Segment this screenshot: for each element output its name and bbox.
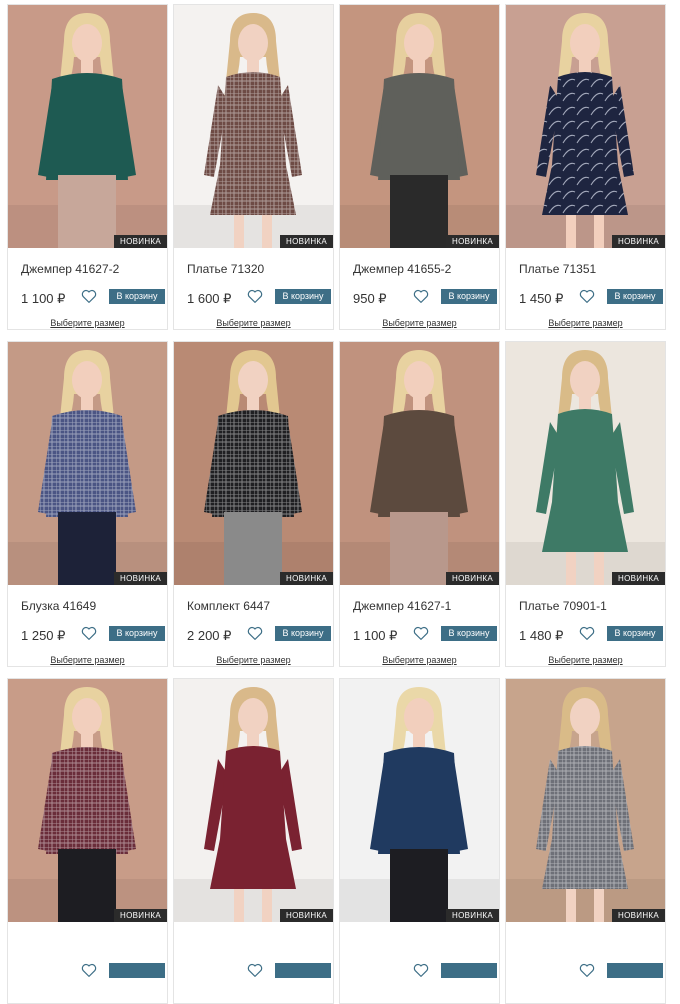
add-to-cart-button[interactable]: В корзину [275, 626, 331, 641]
product-card[interactable]: НОВИНКА Платье 71351 1 450 ₽ В корзину В… [505, 4, 666, 330]
heart-icon[interactable] [578, 624, 596, 642]
product-name[interactable]: Платье 71351 [519, 262, 596, 276]
add-to-cart-button[interactable]: В корзину [607, 626, 663, 641]
heart-icon[interactable] [412, 287, 430, 305]
product-card[interactable]: НОВИНКА [173, 678, 334, 1004]
new-badge: НОВИНКА [280, 235, 333, 248]
new-badge: НОВИНКА [612, 909, 665, 922]
heart-icon[interactable] [246, 624, 264, 642]
add-to-cart-button[interactable]: В корзину [109, 289, 165, 304]
add-to-cart-button[interactable]: В корзину [275, 289, 331, 304]
add-to-cart-button[interactable] [109, 963, 165, 978]
add-to-cart-button[interactable] [275, 963, 331, 978]
new-badge: НОВИНКА [612, 572, 665, 585]
heart-icon[interactable] [578, 287, 596, 305]
add-to-cart-button[interactable]: В корзину [109, 626, 165, 641]
product-card[interactable]: НОВИНКА Комплект 6447 2 200 ₽ В корзину … [173, 341, 334, 667]
product-price: 1 100 ₽ [21, 291, 66, 306]
new-badge: НОВИНКА [114, 572, 167, 585]
product-price: 1 600 ₽ [187, 291, 232, 306]
product-name[interactable]: Блузка 41649 [21, 599, 96, 613]
product-name[interactable]: Джемпер 41627-1 [353, 599, 451, 613]
product-card[interactable]: НОВИНКА Джемпер 41627-2 1 100 ₽ В корзин… [7, 4, 168, 330]
product-price: 950 ₽ [353, 291, 387, 306]
product-price: 2 200 ₽ [187, 628, 232, 643]
product-name[interactable]: Платье 71320 [187, 262, 264, 276]
add-to-cart-button[interactable]: В корзину [441, 626, 497, 641]
heart-icon[interactable] [412, 624, 430, 642]
product-photo[interactable]: НОВИНКА [174, 679, 333, 922]
product-name[interactable]: Платье 70901-1 [519, 599, 607, 613]
add-to-cart-button[interactable]: В корзину [441, 289, 497, 304]
product-card[interactable]: НОВИНКА Джемпер 41655-2 950 ₽ В корзину … [339, 4, 500, 330]
choose-size-link[interactable]: Выберите размер [340, 655, 499, 665]
product-photo[interactable]: НОВИНКА [340, 5, 499, 248]
heart-icon[interactable] [80, 624, 98, 642]
choose-size-link[interactable]: Выберите размер [506, 655, 665, 665]
product-photo[interactable]: НОВИНКА [8, 342, 167, 585]
product-name[interactable]: Комплект 6447 [187, 599, 270, 613]
new-badge: НОВИНКА [114, 235, 167, 248]
new-badge: НОВИНКА [446, 572, 499, 585]
product-card[interactable]: НОВИНКА Блузка 41649 1 250 ₽ В корзину В… [7, 341, 168, 667]
new-badge: НОВИНКА [280, 909, 333, 922]
product-photo[interactable]: НОВИНКА [506, 5, 665, 248]
product-price: 1 100 ₽ [353, 628, 398, 643]
product-photo[interactable]: НОВИНКА [340, 342, 499, 585]
product-price: 1 480 ₽ [519, 628, 564, 643]
choose-size-link[interactable]: Выберите размер [340, 318, 499, 328]
heart-icon[interactable] [80, 287, 98, 305]
new-badge: НОВИНКА [446, 909, 499, 922]
product-photo[interactable]: НОВИНКА [174, 342, 333, 585]
product-name[interactable]: Джемпер 41627-2 [21, 262, 119, 276]
new-badge: НОВИНКА [280, 572, 333, 585]
choose-size-link[interactable]: Выберите размер [8, 318, 167, 328]
product-photo[interactable]: НОВИНКА [506, 342, 665, 585]
product-price: 1 250 ₽ [21, 628, 66, 643]
product-price: 1 450 ₽ [519, 291, 564, 306]
product-card[interactable]: НОВИНКА [7, 678, 168, 1004]
product-photo[interactable]: НОВИНКА [340, 679, 499, 922]
new-badge: НОВИНКА [114, 909, 167, 922]
heart-icon[interactable] [80, 961, 98, 979]
product-card[interactable]: НОВИНКА Джемпер 41627-1 1 100 ₽ В корзин… [339, 341, 500, 667]
product-card[interactable]: НОВИНКА Платье 71320 1 600 ₽ В корзину В… [173, 4, 334, 330]
add-to-cart-button[interactable] [607, 963, 663, 978]
new-badge: НОВИНКА [446, 235, 499, 248]
product-card[interactable]: НОВИНКА Платье 70901-1 1 480 ₽ В корзину… [505, 341, 666, 667]
choose-size-link[interactable]: Выберите размер [8, 655, 167, 665]
heart-icon[interactable] [578, 961, 596, 979]
new-badge: НОВИНКА [612, 235, 665, 248]
product-photo[interactable]: НОВИНКА [8, 5, 167, 248]
heart-icon[interactable] [412, 961, 430, 979]
product-photo[interactable]: НОВИНКА [8, 679, 167, 922]
product-card[interactable]: НОВИНКА [505, 678, 666, 1004]
product-name[interactable]: Джемпер 41655-2 [353, 262, 451, 276]
choose-size-link[interactable]: Выберите размер [174, 318, 333, 328]
product-photo[interactable]: НОВИНКА [506, 679, 665, 922]
choose-size-link[interactable]: Выберите размер [174, 655, 333, 665]
product-photo[interactable]: НОВИНКА [174, 5, 333, 248]
product-card[interactable]: НОВИНКА [339, 678, 500, 1004]
heart-icon[interactable] [246, 287, 264, 305]
product-grid: НОВИНКА Джемпер 41627-2 1 100 ₽ В корзин… [0, 0, 680, 1004]
heart-icon[interactable] [246, 961, 264, 979]
add-to-cart-button[interactable] [441, 963, 497, 978]
add-to-cart-button[interactable]: В корзину [607, 289, 663, 304]
choose-size-link[interactable]: Выберите размер [506, 318, 665, 328]
